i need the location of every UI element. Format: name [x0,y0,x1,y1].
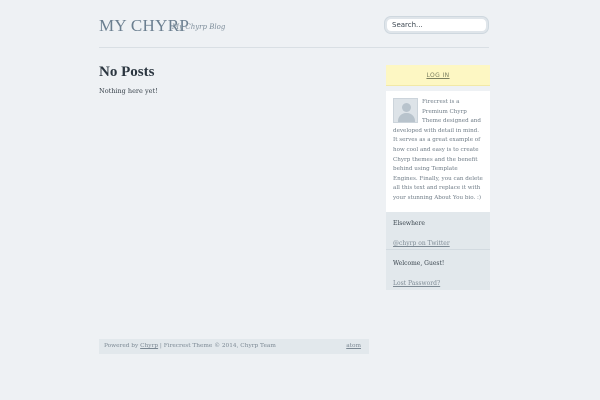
welcome-box: Welcome, Guest! Lost Password? [386,250,490,290]
footer-chyrp-link[interactable]: Chyrp [140,343,158,349]
sidebar: LOG IN Firecrest is a Premium Chyrp Them… [386,65,490,290]
elsewhere-title: Elsewhere [393,220,425,227]
site-description: My Chyrp Blog [172,23,226,31]
about-box: Firecrest is a Premium Chyrp Theme desig… [386,91,490,212]
lost-password-link[interactable]: Lost Password? [393,280,440,287]
welcome-title: Welcome, Guest! [393,260,445,267]
elsewhere-box: Elsewhere @chyrp on Twitter [386,212,490,250]
footer-powered-by: Powered by [104,343,139,349]
twitter-link[interactable]: @chyrp on Twitter [393,240,450,247]
search-input[interactable] [385,17,488,33]
empty-message: Nothing here yet! [99,87,158,95]
avatar [393,98,418,123]
avatar-head-icon [402,103,411,112]
footer-credits: | Firecrest Theme © 2014, Chyrp Team [159,343,276,349]
page: MY CHYRP My Chyrp Blog No Posts Nothing … [0,0,600,400]
header-divider [99,47,489,48]
login-box: LOG IN [386,65,490,86]
login-link[interactable]: LOG IN [426,72,449,79]
footer: Powered by Chyrp | Firecrest Theme © 201… [99,339,369,354]
avatar-body-icon [398,113,415,122]
page-title: No Posts [99,64,155,80]
atom-feed-link[interactable]: atom [346,339,361,354]
